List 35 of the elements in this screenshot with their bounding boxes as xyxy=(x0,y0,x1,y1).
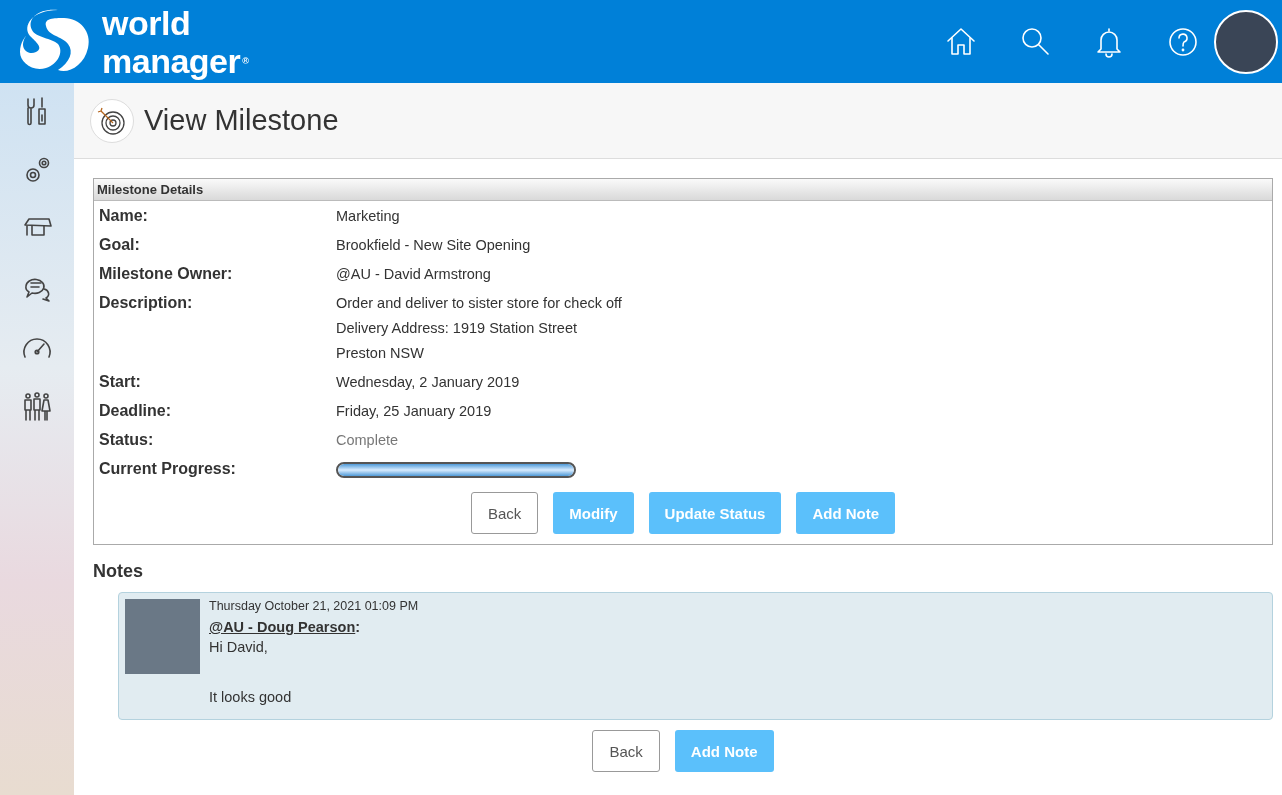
field-value: Friday, 25 January 2019 xyxy=(336,402,493,421)
field-label: Deadline: xyxy=(99,402,172,421)
field-value: Marketing xyxy=(336,207,401,226)
field-value: Order and deliver to sister store for check off xyxy=(336,294,623,313)
field-label: Goal: xyxy=(99,236,141,255)
action-button[interactable]: Add Note xyxy=(796,492,896,534)
field-label: Start: xyxy=(99,373,142,392)
logo-text: world xyxy=(102,3,192,42)
field-label: Current Progress: xyxy=(99,460,237,478)
field-label: Description: xyxy=(99,294,194,313)
notes-heading: Notes xyxy=(93,561,144,582)
field-value: Preston NSW xyxy=(336,344,425,363)
action-button[interactable]: Modify xyxy=(553,492,634,534)
panel-heading: Milestone Details xyxy=(94,179,1272,201)
field-label: Milestone Owner: xyxy=(99,265,234,284)
status-value: Complete xyxy=(336,431,400,450)
field-label: Status: xyxy=(99,431,155,450)
field-value: Wednesday, 2 January 2019 xyxy=(336,373,521,392)
note-text: Hi David, xyxy=(209,638,269,657)
registered-mark: ® xyxy=(242,54,249,68)
action-button[interactable]: Update Status xyxy=(648,492,782,534)
note-author: @AU - Doug Pearson: xyxy=(209,619,362,635)
back-button[interactable]: Back xyxy=(592,730,660,772)
target-icon xyxy=(90,98,134,143)
logo-text: manager xyxy=(102,41,241,80)
field-value: Brookfield - New Site Opening xyxy=(336,236,532,255)
note-text: It looks good xyxy=(209,688,293,707)
author-link[interactable]: @AU - Doug Pearson xyxy=(209,619,356,635)
page-title: View Milestone xyxy=(144,104,339,137)
field-value: Delivery Address: 1919 Station Street xyxy=(336,319,578,338)
back-button[interactable]: Back xyxy=(470,492,539,534)
field-value: @AU - David Armstrong xyxy=(336,265,492,284)
action-button[interactable]: Add Note xyxy=(674,730,774,772)
note-timestamp: Thursday October 21, 2021 01:09 PM xyxy=(209,599,419,613)
field-label: Name: xyxy=(99,207,149,226)
